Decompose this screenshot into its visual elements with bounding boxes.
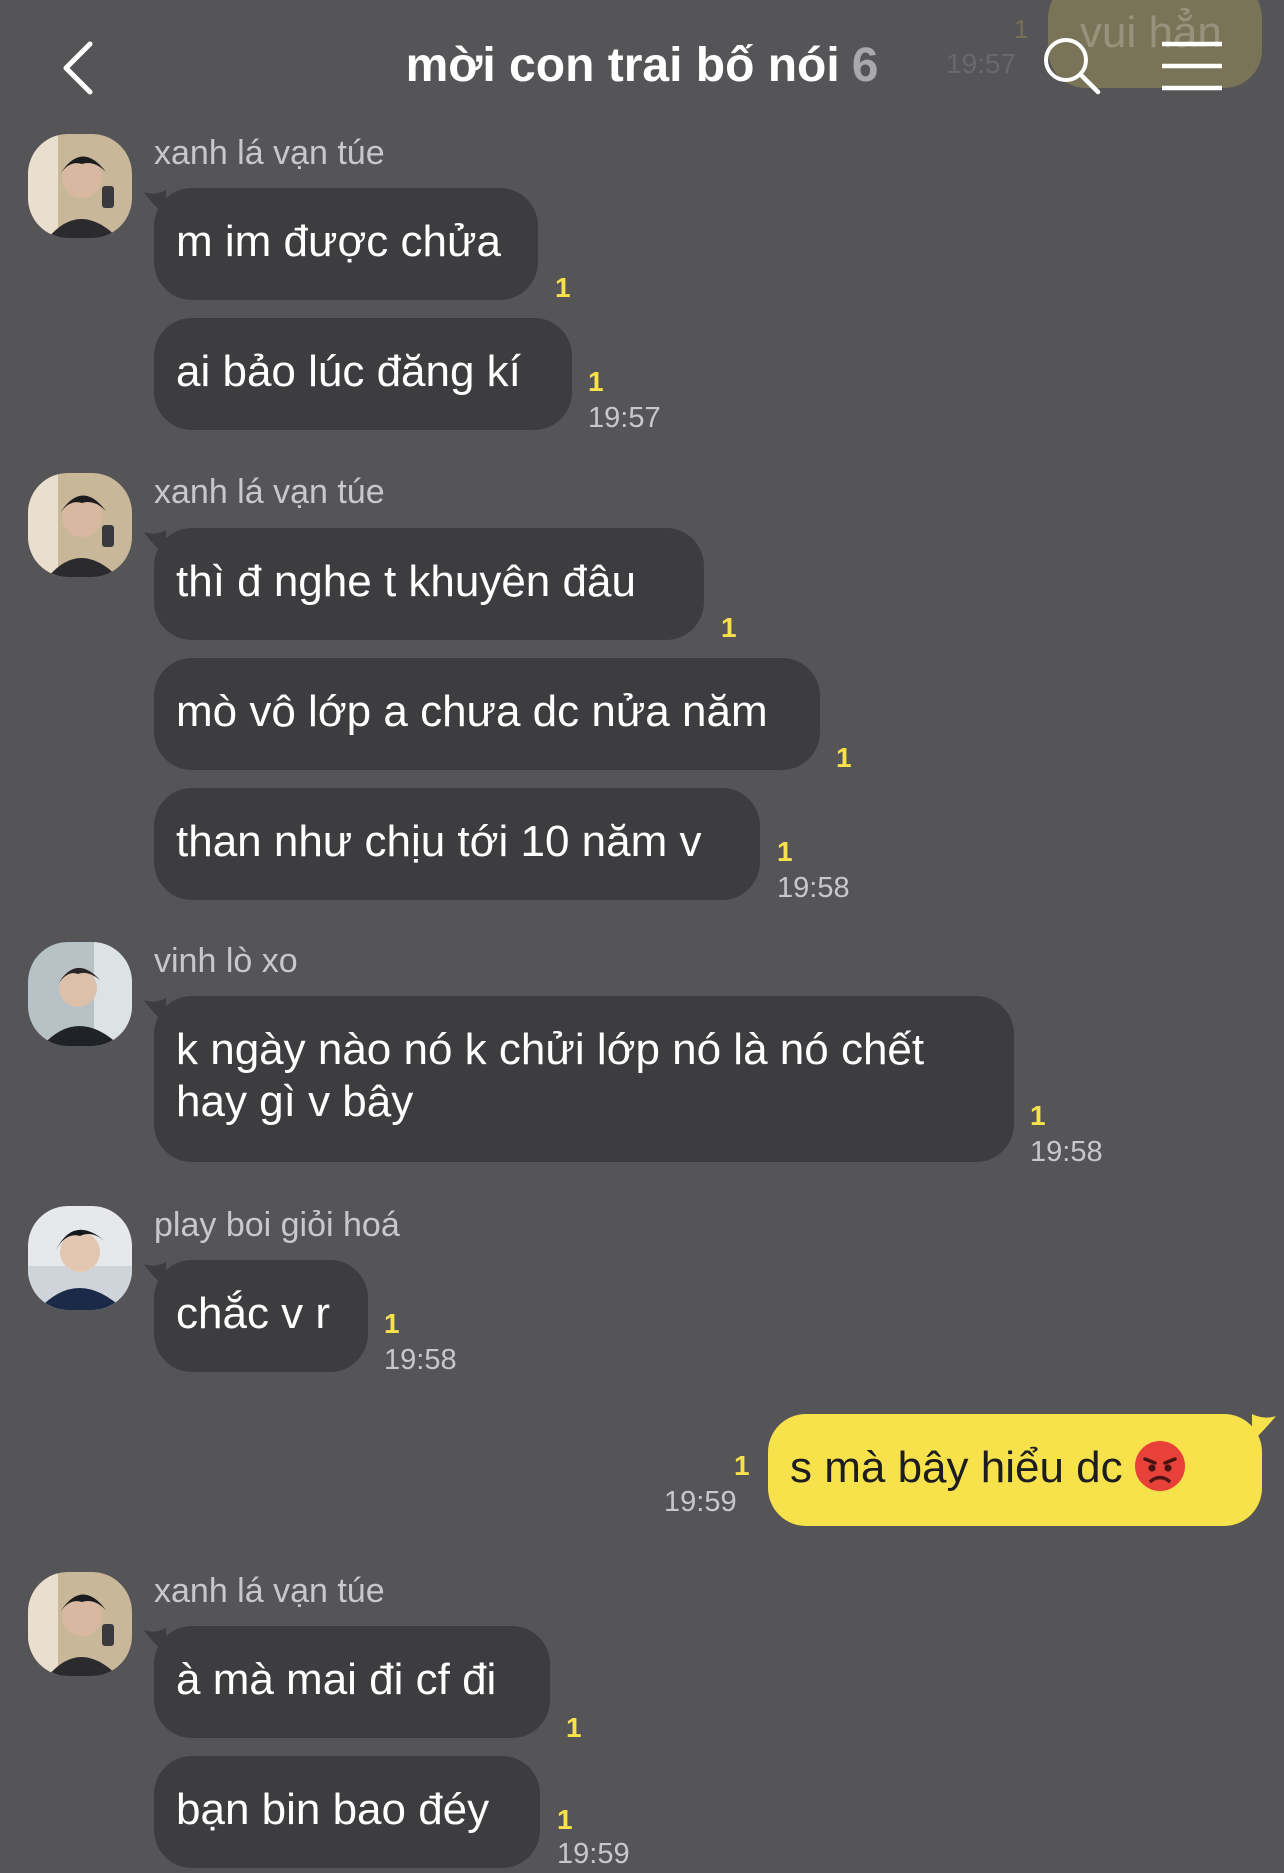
member-count: 6 xyxy=(851,39,879,92)
avatar-xanh[interactable] xyxy=(28,473,132,577)
message-line: k ngày nào nó k chửi lớp nó là nó chết xyxy=(176,1025,925,1074)
search-button[interactable] xyxy=(1040,34,1104,98)
read-count: 1 xyxy=(721,612,737,643)
sender-name: xanh lá vạn túe xyxy=(154,473,385,511)
bubble-tail xyxy=(1252,1414,1276,1442)
sender-name: xanh lá vạn túe xyxy=(154,134,385,172)
avatar-image xyxy=(28,1572,132,1676)
chat-name: mời con trai bố nói xyxy=(405,39,840,92)
message-bubble[interactable]: chắc v r xyxy=(154,1260,368,1372)
read-count: 1 xyxy=(836,742,852,773)
sender-name: vinh lò xo xyxy=(154,942,298,980)
message-bubble[interactable]: mò vô lớp a chưa dc nửa năm xyxy=(154,658,820,770)
message-bubble[interactable]: ai bảo lúc đăng kí xyxy=(154,318,572,430)
read-count: 1 xyxy=(384,1308,400,1339)
read-count: 1 xyxy=(557,1804,573,1835)
read-count: 1 xyxy=(566,1712,582,1743)
message-time: 19:58 xyxy=(384,1344,457,1376)
angry-face-emoji xyxy=(1134,1441,1185,1492)
read-count: 1 xyxy=(555,272,571,303)
message-bubble[interactable]: thì đ nghe t khuyên đâu xyxy=(154,528,704,640)
menu-button[interactable] xyxy=(1158,36,1226,96)
avatar-xanh[interactable] xyxy=(28,1572,132,1676)
read-count: 1 xyxy=(1030,1100,1046,1131)
avatar-xanh[interactable] xyxy=(28,134,132,238)
message-bubble[interactable]: k ngày nào nó k chửi lớp nó là nó chết h… xyxy=(154,996,1014,1162)
read-count: 1 xyxy=(588,366,604,397)
avatar-image xyxy=(28,473,132,577)
sender-name: play boi giỏi hoá xyxy=(154,1206,400,1244)
avatar-vinh[interactable] xyxy=(28,942,132,1046)
read-count: 1 xyxy=(777,836,793,867)
message-time: 19:58 xyxy=(777,872,850,904)
my-message-bubble[interactable]: s mà bây hiểu dc xyxy=(768,1414,1262,1526)
message-time: 19:59 xyxy=(664,1486,737,1518)
message-time: 19:58 xyxy=(1030,1136,1103,1168)
my-message-text: s mà bây hiểu dc xyxy=(790,1443,1123,1492)
message-bubble[interactable]: than như chịu tới 10 năm v xyxy=(154,788,760,900)
sender-name: xanh lá vạn túe xyxy=(154,1572,385,1610)
message-bubble[interactable]: m im được chửa xyxy=(154,188,538,300)
message-bubble[interactable]: bạn bin bao đéy xyxy=(154,1756,540,1868)
hamburger-menu-icon xyxy=(1162,41,1222,91)
avatar-image xyxy=(28,942,132,1046)
read-count: 1 xyxy=(734,1450,750,1481)
message-time: 19:59 xyxy=(557,1838,630,1870)
message-bubble[interactable]: à mà mai đi cf đi xyxy=(154,1626,550,1738)
chat-screen: vui hẳn 1 19:57 mời con trai bố nói 6 xan… xyxy=(0,0,1284,1873)
avatar-play[interactable] xyxy=(28,1206,132,1310)
message-line: hay gì v bây xyxy=(176,1077,414,1126)
avatar-image xyxy=(28,134,132,238)
avatar-image xyxy=(28,1206,132,1310)
search-icon xyxy=(1044,38,1101,95)
message-time: 19:57 xyxy=(588,402,661,434)
